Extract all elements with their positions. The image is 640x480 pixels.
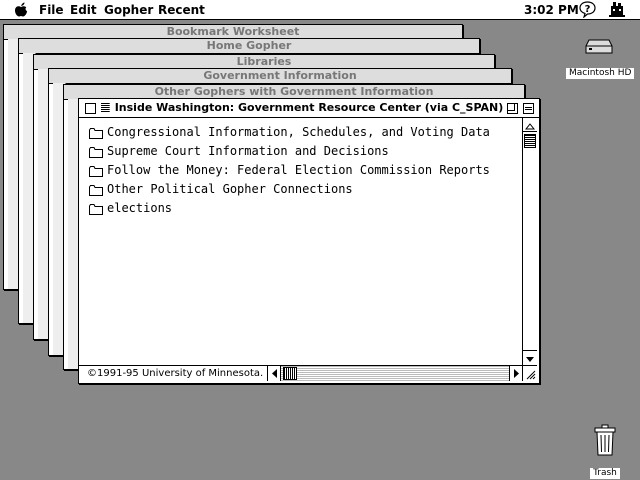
list-item[interactable]: Supreme Court Information and Decisions [83,142,519,161]
up-arrow-icon [524,123,536,130]
svg-text:?: ? [585,4,591,15]
window-title[interactable]: Government Information [49,69,511,84]
apple-menu-icon[interactable] [14,2,28,17]
edit-menu[interactable]: Edit [70,3,97,17]
size-box[interactable] [522,365,537,381]
scroll-down-arrow[interactable] [523,350,537,364]
zoom-box-inner [508,104,515,111]
horizontal-scrollbar[interactable] [267,366,522,381]
folder-icon [89,204,103,215]
window-title: Inside Washington: Government Resource C… [109,101,509,115]
list-item[interactable]: elections [83,199,519,218]
gopher-item-list: Congressional Information, Schedules, an… [83,123,519,363]
help-balloon-icon[interactable]: ? [579,1,596,18]
trash-label: Trash [590,468,620,479]
file-menu[interactable]: File [39,3,64,17]
recent-menu[interactable]: Recent [158,3,205,17]
vertical-scrollbar[interactable] [522,118,537,365]
inside-washington-window[interactable]: Inside Washington: Government Resource C… [78,98,540,384]
application-menu-icon[interactable] [608,1,626,18]
scroll-up-arrow[interactable] [523,118,537,132]
trash[interactable]: Trash [585,424,625,479]
item-label: Supreme Court Information and Decisions [107,144,389,158]
folder-icon [89,166,103,177]
folder-icon [89,185,103,196]
macintosh-hd-label: Macintosh HD [566,68,635,79]
close-box[interactable] [85,103,96,114]
window-title-bar[interactable]: Inside Washington: Government Resource C… [79,99,539,118]
folder-icon [89,147,103,158]
list-item[interactable]: Congressional Information, Schedules, an… [83,123,519,142]
status-and-horizontal-scroll: ©1991-95 University of Minnesota. [79,365,522,381]
zoom-box[interactable] [507,103,518,114]
resize-grip-icon [526,370,536,380]
item-label: elections [107,201,173,215]
hard-disk-icon [585,39,613,54]
item-label: Other Political Gopher Connections [107,182,353,196]
macintosh-hd[interactable]: Macintosh HD [566,36,635,79]
menu-bar: File Edit Gopher Recent 3:02 PM ? [0,0,640,20]
scroll-left-arrow[interactable] [268,366,281,381]
window-title[interactable]: Home Gopher [19,39,479,54]
collapse-box-lines [525,107,532,110]
trash-icon [594,424,616,456]
collapse-box[interactable] [523,103,534,114]
copyright-status: ©1991-95 University of Minnesota. [87,368,264,379]
gopher-menu[interactable]: Gopher [104,3,153,17]
item-label: Congressional Information, Schedules, an… [107,125,490,139]
list-item[interactable]: Other Political Gopher Connections [83,180,519,199]
menu-clock[interactable]: 3:02 PM [524,3,579,17]
scroll-thumb[interactable] [524,134,536,148]
scroll-right-arrow[interactable] [509,366,522,381]
left-arrow-icon [272,369,277,378]
horizontal-scroll-thumb[interactable] [283,367,297,380]
list-item[interactable]: Follow the Money: Federal Election Commi… [83,161,519,180]
folder-icon [89,128,103,139]
item-label: Follow the Money: Federal Election Commi… [107,163,490,177]
